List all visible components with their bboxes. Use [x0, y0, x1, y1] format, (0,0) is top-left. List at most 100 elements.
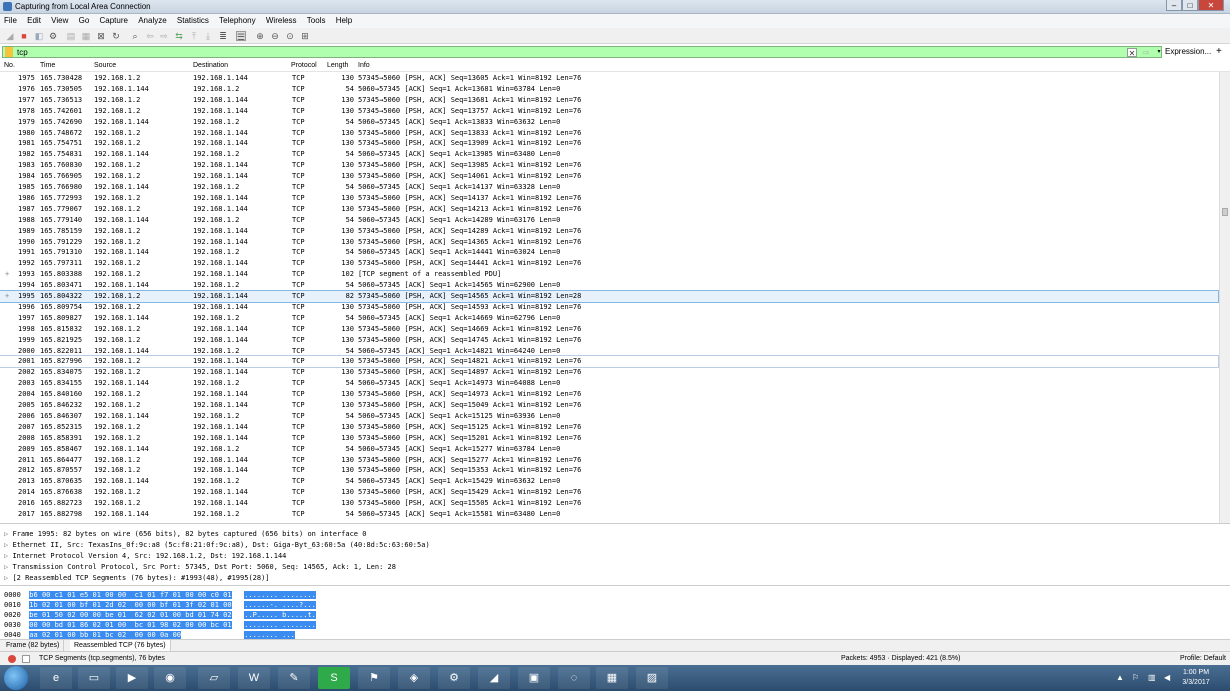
detail-ethernet[interactable]: ▷ Ethernet II, Src: TexasIns_0f:9c:a8 (5… — [4, 540, 430, 551]
packet-row[interactable]: 1977 165.736513 192.168.1.2 192.168.1.144 TC… — [0, 95, 1218, 106]
packet-row[interactable]: 1979 165.742690 192.168.1.144 192.168.1.2 TC… — [0, 117, 1218, 128]
menu-view[interactable]: View — [47, 14, 72, 25]
menu-edit[interactable]: Edit — [23, 14, 45, 25]
packet-row[interactable]: 2014 165.876638 192.168.1.2 192.168.1.144 TC… — [0, 487, 1218, 498]
menu-go[interactable]: Go — [75, 14, 94, 25]
packet-row[interactable]: 2009 165.858467 192.168.1.144 192.168.1.2 TC… — [0, 444, 1218, 455]
tray-flag-icon[interactable]: ⚐ — [1132, 673, 1139, 682]
packet-row[interactable]: 1991 165.791310 192.168.1.144 192.168.1.2 TC… — [0, 247, 1218, 258]
menu-tools[interactable]: Tools — [303, 14, 330, 25]
column-header-info[interactable]: Info — [358, 62, 370, 69]
chrome-icon[interactable]: ◉ — [154, 667, 186, 689]
packet-row[interactable]: 2005 165.846232 192.168.1.2 192.168.1.144 TC… — [0, 400, 1218, 411]
devices-icon[interactable]: ▣ — [518, 667, 550, 689]
first-packet-icon[interactable]: ⤒ — [189, 31, 199, 41]
folder-icon[interactable]: ▱ — [198, 667, 230, 689]
add-filter-button[interactable]: + — [1216, 46, 1222, 57]
display-filter-value[interactable]: tcp — [17, 48, 28, 57]
wireshark-taskbar-icon[interactable]: ◢ — [478, 667, 510, 689]
packet-list-scrollbar[interactable] — [1219, 72, 1230, 523]
internet-explorer-icon[interactable]: e — [40, 667, 72, 689]
packet-row[interactable]: +1995 165.804322 192.168.1.2 192.168.1.144 T… — [0, 290, 1219, 303]
minimize-button[interactable]: – — [1166, 0, 1182, 11]
hex-row[interactable]: 0000 b6 00 c1 01 e5 01 00 00 c1 01 f7 01… — [4, 590, 316, 600]
menu-help[interactable]: Help — [332, 14, 356, 25]
go-back-icon[interactable]: ⇦ — [145, 31, 155, 41]
menu-statistics[interactable]: Statistics — [173, 14, 213, 25]
browser-icon[interactable]: ◌ — [558, 667, 590, 689]
packet-row[interactable]: 1990 165.791229 192.168.1.2 192.168.1.144 TC… — [0, 237, 1218, 248]
go-to-packet-icon[interactable]: ⇆ — [174, 31, 184, 41]
acrobat-icon[interactable]: ⚑ — [358, 667, 390, 689]
filter-bookmark-icon[interactable] — [5, 47, 13, 57]
start-button[interactable] — [4, 666, 28, 690]
packet-row[interactable]: 1997 165.809827 192.168.1.144 192.168.1.2 TC… — [0, 313, 1218, 324]
column-header-time[interactable]: Time — [40, 62, 55, 69]
hex-row[interactable]: 0020 be 01 50 02 00 00 be 01 62 02 01 00… — [4, 610, 316, 620]
spreadsheet-icon[interactable]: S — [318, 667, 350, 689]
packet-row[interactable]: 1999 165.821925 192.168.1.2 192.168.1.144 TC… — [0, 335, 1218, 346]
tray-network-icon[interactable]: ▥ — [1148, 673, 1156, 682]
package-icon[interactable]: ◈ — [398, 667, 430, 689]
scrollbar-thumb[interactable] — [1222, 208, 1228, 216]
packet-row[interactable]: 2001 165.827996 192.168.1.2 192.168.1.144 TC… — [0, 355, 1219, 369]
detail-frame[interactable]: ▷ Frame 1995: 82 bytes on wire (656 bits… — [4, 529, 366, 540]
detail-ipv4[interactable]: ▷ Internet Protocol Version 4, Src: 192.… — [4, 551, 286, 562]
packet-row[interactable]: 1982 165.754831 192.168.1.144 192.168.1.2 TC… — [0, 149, 1218, 160]
column-header-destination[interactable]: Destination — [193, 62, 228, 69]
packet-row[interactable]: 2000 165.822011 192.168.1.144 192.168.1.2 TC… — [0, 346, 1218, 357]
packet-row[interactable]: 1994 165.803471 192.168.1.144 192.168.1.2 TC… — [0, 280, 1218, 291]
packet-row[interactable]: 2016 165.882723 192.168.1.2 192.168.1.144 TC… — [0, 498, 1218, 509]
packet-row[interactable]: 1985 165.766980 192.168.1.144 192.168.1.2 TC… — [0, 182, 1218, 193]
packet-row[interactable]: 1983 165.760830 192.168.1.2 192.168.1.144 TC… — [0, 160, 1218, 171]
resize-columns-icon[interactable]: ⊞ — [300, 31, 310, 41]
open-file-icon[interactable]: ▤ — [66, 31, 76, 41]
packet-row[interactable]: +1993 165.803388 192.168.1.2 192.168.1.144 T… — [0, 269, 1218, 280]
restart-capture-icon[interactable]: ◧ — [34, 31, 44, 41]
spreadsheet-window-icon[interactable]: ▦ — [596, 667, 628, 689]
packet-row[interactable]: 1984 165.766905 192.168.1.2 192.168.1.144 TC… — [0, 171, 1218, 182]
packet-row[interactable]: 2008 165.858391 192.168.1.2 192.168.1.144 TC… — [0, 433, 1218, 444]
stop-capture-icon[interactable]: ■ — [19, 31, 29, 41]
save-file-icon[interactable]: ▦ — [81, 31, 91, 41]
find-packet-icon[interactable]: ⌕ — [130, 31, 140, 41]
maximize-button[interactable]: □ — [1182, 0, 1198, 11]
packet-row[interactable]: 2017 165.882798 192.168.1.144 192.168.1.2 TC… — [0, 509, 1218, 520]
reload-icon[interactable]: ↻ — [111, 31, 121, 41]
menu-analyze[interactable]: Analyze — [134, 14, 170, 25]
go-forward-icon[interactable]: ⇨ — [159, 31, 169, 41]
autoscroll-icon[interactable]: ≣ — [218, 31, 228, 41]
packet-row[interactable]: 1992 165.797311 192.168.1.2 192.168.1.144 TC… — [0, 258, 1218, 269]
system-clock[interactable]: 1:00 PM 3/3/2017 — [1180, 668, 1212, 688]
colorize-icon[interactable]: ☰ — [236, 31, 246, 42]
apply-filter-icon[interactable]: ⇨ — [1139, 48, 1153, 57]
start-capture-icon[interactable]: ◢ — [5, 31, 15, 41]
capture-options-icon[interactable]: ⚙ — [48, 31, 58, 41]
packet-row[interactable]: 1976 165.730505 192.168.1.144 192.168.1.2 TC… — [0, 84, 1218, 95]
display-filter-input[interactable]: tcp ✕ ⇨ ▾ — [2, 46, 1162, 58]
menu-capture[interactable]: Capture — [96, 14, 132, 25]
column-header-protocol[interactable]: Protocol — [291, 62, 317, 69]
expert-info-icon[interactable] — [8, 655, 16, 663]
packet-row[interactable]: 1998 165.815832 192.168.1.2 192.168.1.144 TC… — [0, 324, 1218, 335]
packet-row[interactable]: 1986 165.772993 192.168.1.2 192.168.1.144 TC… — [0, 193, 1218, 204]
packet-row[interactable]: 1989 165.785159 192.168.1.2 192.168.1.144 TC… — [0, 226, 1218, 237]
detail-reassembled[interactable]: ▷ [2 Reassembled TCP Segments (76 bytes)… — [4, 573, 270, 584]
close-button[interactable]: ✕ — [1198, 0, 1224, 11]
column-header-source[interactable]: Source — [94, 62, 116, 69]
zoom-out-icon[interactable]: ⊖ — [270, 31, 280, 41]
packet-row[interactable]: 2012 165.870557 192.168.1.2 192.168.1.144 TC… — [0, 465, 1218, 476]
network-tool-icon[interactable]: ⚙ — [438, 667, 470, 689]
close-file-icon[interactable]: ⊠ — [96, 31, 106, 41]
packet-row[interactable]: 2013 165.870635 192.168.1.144 192.168.1.2 TC… — [0, 476, 1218, 487]
expression-button[interactable]: Expression... — [1165, 47, 1211, 56]
zoom-in-icon[interactable]: ⊕ — [255, 31, 265, 41]
packet-row[interactable]: 2002 165.834075 192.168.1.2 192.168.1.144 TC… — [0, 367, 1218, 378]
packet-row[interactable]: 2003 165.834155 192.168.1.144 192.168.1.2 TC… — [0, 378, 1218, 389]
packet-row[interactable]: 1980 165.748672 192.168.1.2 192.168.1.144 TC… — [0, 128, 1218, 139]
tray-volume-icon[interactable]: ◀ — [1164, 673, 1170, 682]
last-packet-icon[interactable]: ⤓ — [203, 31, 213, 41]
image-viewer-icon[interactable]: ▨ — [636, 667, 668, 689]
hex-row[interactable]: 0030 00 00 bd 01 86 02 01 00 bc 01 98 02… — [4, 620, 316, 630]
normal-size-icon[interactable]: ⊙ — [285, 31, 295, 41]
